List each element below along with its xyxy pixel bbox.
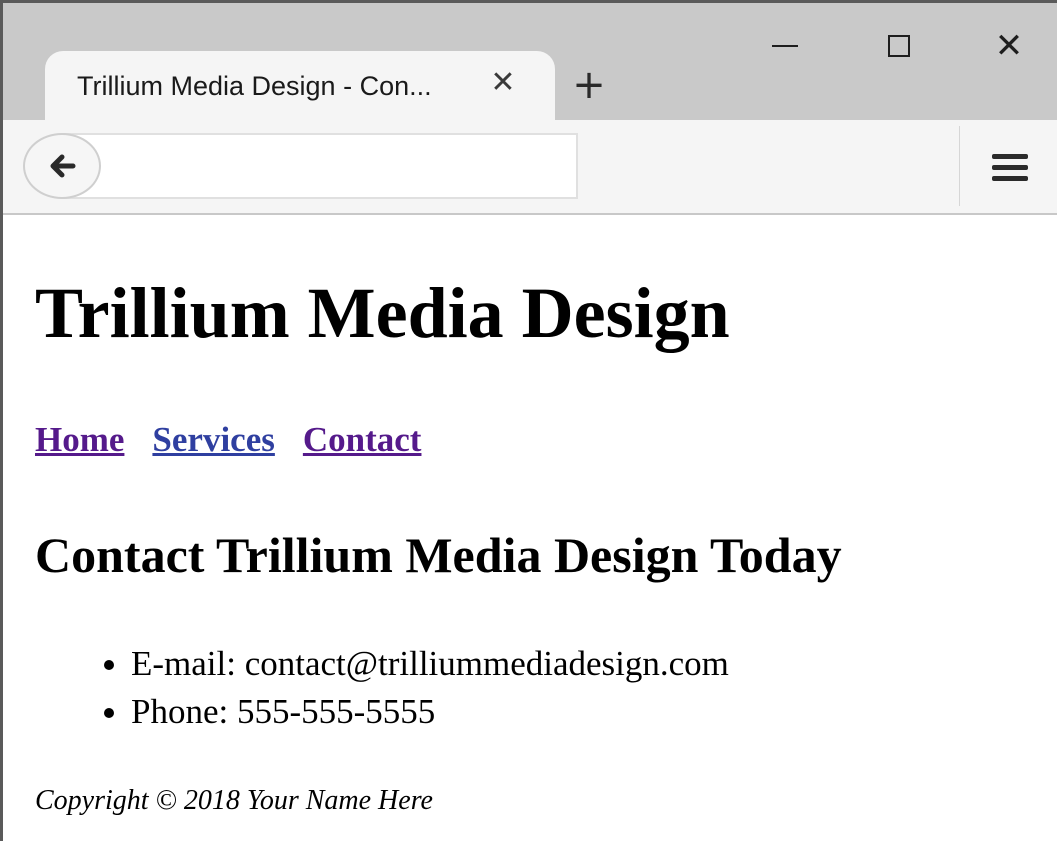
minimize-button[interactable] — [755, 21, 815, 71]
maximize-button[interactable] — [869, 21, 929, 71]
contact-phone: Phone: 555-555-5555 — [131, 688, 729, 736]
nav-link-home[interactable]: Home — [35, 420, 124, 459]
browser-toolbar — [3, 120, 1057, 215]
contact-list: E-mail: contact@trilliummediadesign.com … — [35, 640, 729, 736]
hamburger-menu-icon[interactable] — [988, 148, 1036, 188]
close-icon[interactable]: ✕ — [485, 65, 521, 101]
site-nav: Home Services Contact — [35, 420, 445, 460]
footer-copyright: Copyright © 2018 Your Name Here — [35, 785, 433, 816]
browser-window: Trillium Media Design - Con... ✕ + ✕ Tri… — [0, 0, 1057, 841]
site-title: Trillium Media Design — [35, 273, 730, 353]
back-button[interactable] — [23, 133, 101, 199]
contact-email: E-mail: contact@trilliummediadesign.com — [131, 640, 729, 688]
nav-link-services[interactable]: Services — [152, 420, 274, 459]
browser-tab[interactable]: Trillium Media Design - Con... ✕ — [45, 51, 555, 123]
toolbar-divider — [959, 126, 960, 206]
minimize-icon — [772, 45, 798, 47]
nav-link-contact[interactable]: Contact — [303, 420, 422, 459]
close-icon: ✕ — [994, 26, 1024, 66]
tab-strip: Trillium Media Design - Con... ✕ + ✕ — [3, 3, 1057, 123]
address-bar[interactable] — [63, 133, 578, 199]
window-close-button[interactable]: ✕ — [979, 21, 1039, 71]
maximize-icon — [888, 35, 910, 57]
plus-icon[interactable]: + — [569, 65, 609, 105]
page-heading: Contact Trillium Media Design Today — [35, 527, 842, 583]
tab-title: Trillium Media Design - Con... — [77, 71, 432, 101]
arrow-left-icon — [50, 154, 76, 178]
